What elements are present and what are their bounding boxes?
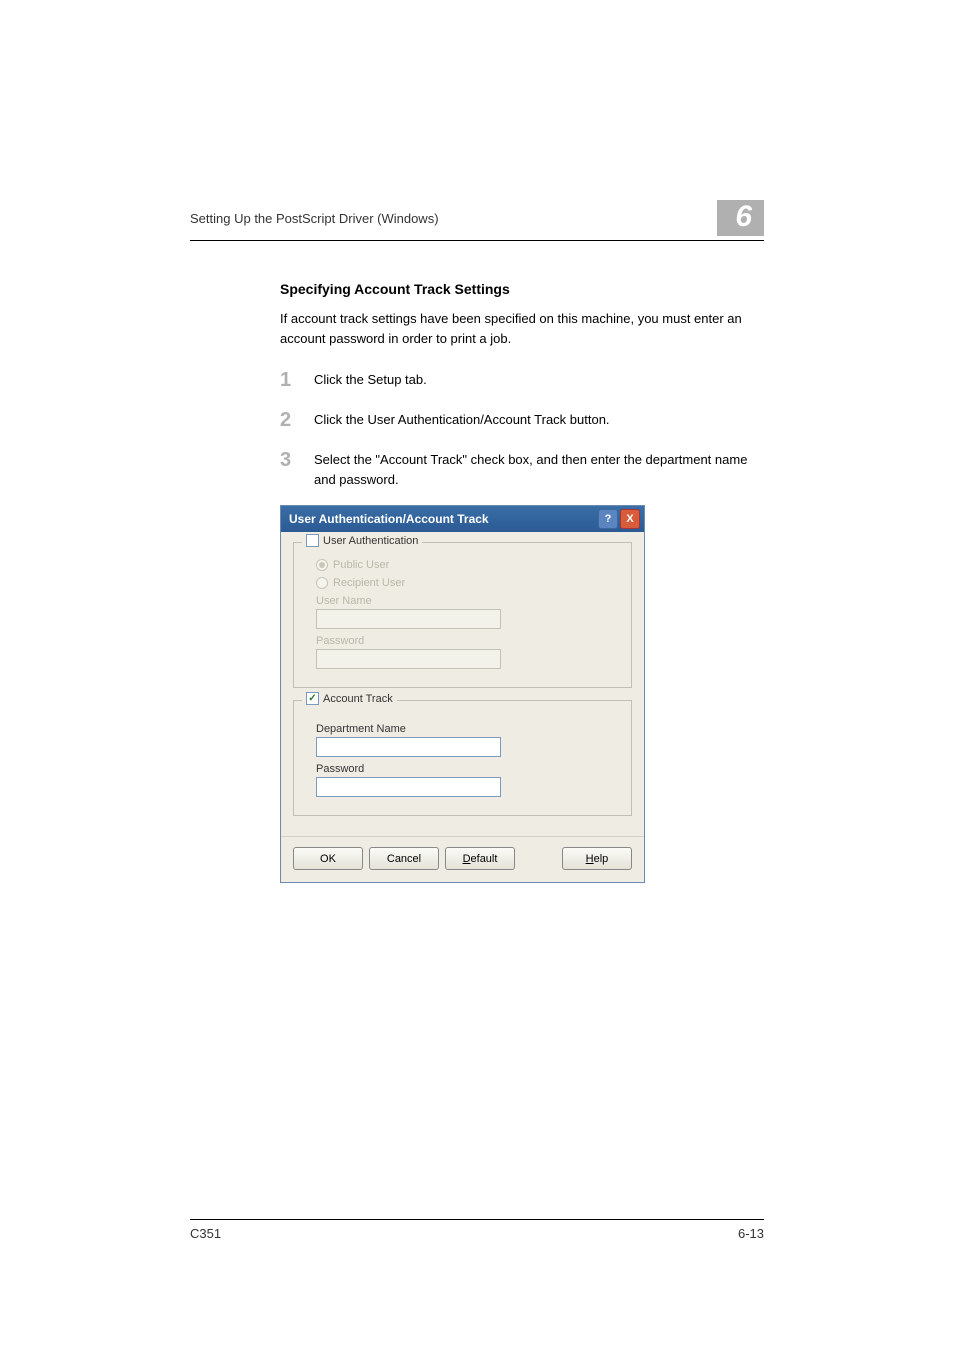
user-password-input[interactable] [316, 649, 501, 669]
public-user-radio-row: Public User [316, 559, 615, 571]
step-number: 2 [280, 408, 314, 432]
department-name-input[interactable] [316, 737, 501, 757]
account-track-group: Account Track Department Name Password [293, 700, 632, 816]
user-name-label: User Name [316, 595, 615, 607]
user-authentication-label: User Authentication [323, 535, 418, 547]
step-1: 1 Click the Setup tab. [280, 368, 764, 392]
public-user-label: Public User [333, 559, 389, 571]
step-text: Click the User Authentication/Account Tr… [314, 408, 610, 430]
step-number: 1 [280, 368, 314, 392]
public-user-radio[interactable] [316, 559, 328, 571]
intro-text: If account track settings have been spec… [280, 309, 764, 348]
section-heading: Specifying Account Track Settings [280, 281, 764, 297]
step-3: 3 Select the "Account Track" check box, … [280, 448, 764, 489]
page-header: Setting Up the PostScript Driver (Window… [190, 200, 764, 241]
model-number: C351 [190, 1226, 221, 1241]
account-track-label: Account Track [323, 693, 393, 705]
user-name-input[interactable] [316, 609, 501, 629]
content-area: Specifying Account Track Settings If acc… [190, 281, 764, 883]
step-number: 3 [280, 448, 314, 472]
user-auth-account-track-dialog: User Authentication/Account Track ? X Us… [280, 505, 645, 883]
dialog-titlebar: User Authentication/Account Track ? X [281, 506, 644, 532]
page-number: 6-13 [738, 1226, 764, 1241]
recipient-user-label: Recipient User [333, 577, 405, 589]
recipient-user-radio-row: Recipient User [316, 577, 615, 589]
account-track-checkbox[interactable] [306, 692, 319, 705]
step-text: Click the Setup tab. [314, 368, 427, 390]
dialog-title: User Authentication/Account Track [289, 512, 489, 526]
help-button[interactable]: Help [562, 847, 632, 870]
ok-button[interactable]: OK [293, 847, 363, 870]
dialog-body: User Authentication Public User Recipien… [281, 532, 644, 836]
dialog-help-button[interactable]: ? [598, 509, 618, 529]
user-authentication-group: User Authentication Public User Recipien… [293, 542, 632, 688]
department-name-label: Department Name [316, 723, 615, 735]
page-footer: C351 6-13 [190, 1219, 764, 1241]
recipient-user-radio[interactable] [316, 577, 328, 589]
header-title: Setting Up the PostScript Driver (Window… [190, 211, 439, 226]
user-password-label: Password [316, 635, 615, 647]
step-2: 2 Click the User Authentication/Account … [280, 408, 764, 432]
account-password-input[interactable] [316, 777, 501, 797]
step-text: Select the "Account Track" check box, an… [314, 448, 764, 489]
dialog-close-button[interactable]: X [620, 509, 640, 529]
user-authentication-checkbox[interactable] [306, 534, 319, 547]
default-button[interactable]: Default [445, 847, 515, 870]
chapter-number-badge: 6 [717, 200, 764, 236]
cancel-button[interactable]: Cancel [369, 847, 439, 870]
account-password-label: Password [316, 763, 615, 775]
dialog-footer: OK Cancel Default Help [281, 836, 644, 882]
